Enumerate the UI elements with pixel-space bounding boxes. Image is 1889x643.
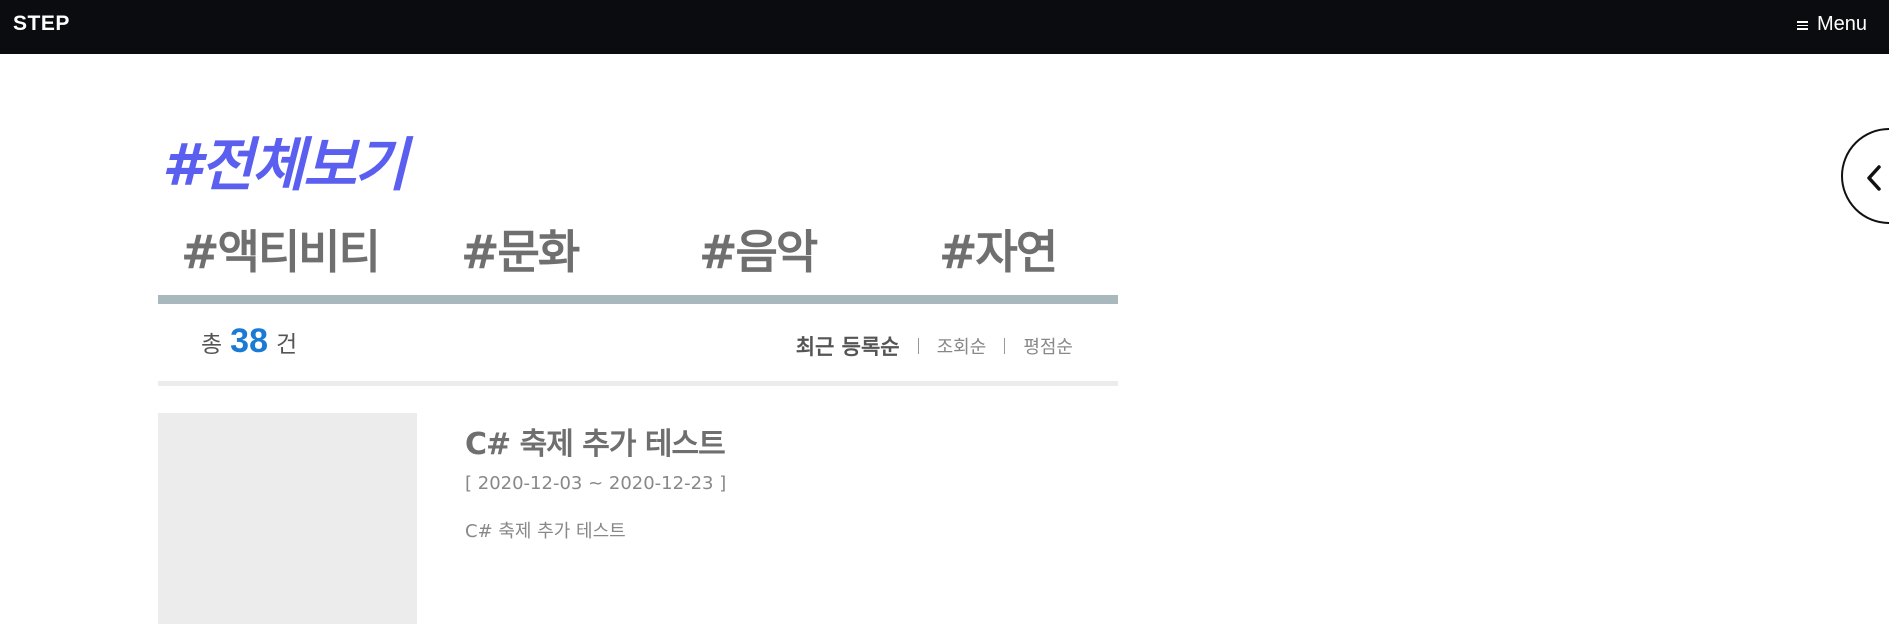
item-title[interactable]: C# 축제 추가 테스트 <box>465 419 726 463</box>
chevron-left-icon <box>1867 165 1881 191</box>
side-panel-toggle[interactable] <box>1841 128 1889 224</box>
site-logo[interactable]: STEP <box>13 12 70 36</box>
sort-views[interactable]: 조회순 <box>937 333 987 359</box>
category-tab-music[interactable]: #음악 <box>699 216 818 282</box>
category-tab-nature[interactable]: #자연 <box>939 216 1058 282</box>
list-divider <box>158 381 1118 386</box>
sort-options: 최근 등록순 조회순 평점순 <box>796 331 1073 361</box>
item-thumbnail[interactable] <box>158 413 417 624</box>
sort-separator <box>1004 338 1006 354</box>
total-prefix: 총 <box>201 332 223 358</box>
page-title: #전체보기 <box>162 131 408 199</box>
total-suffix: 건 <box>276 332 298 358</box>
sort-rating[interactable]: 평점순 <box>1023 333 1073 359</box>
sort-recent[interactable]: 최근 등록순 <box>796 331 900 361</box>
category-tab-activity[interactable]: #액티비티 <box>181 216 381 282</box>
menu-label: Menu <box>1816 13 1867 35</box>
category-divider <box>158 295 1118 304</box>
total-count: 총 38 건 <box>201 322 297 361</box>
category-tabs: #액티비티 #문화 #음악 #자연 <box>158 216 1118 279</box>
top-navigation-bar: STEP Menu <box>0 0 1889 54</box>
sort-separator <box>917 338 919 354</box>
item-date-range: [ 2020-12-03 ~ 2020-12-23 ] <box>465 473 727 494</box>
menu-button[interactable]: Menu <box>1796 13 1867 36</box>
item-description: C# 축제 추가 테스트 <box>465 521 626 542</box>
category-tab-culture[interactable]: #문화 <box>461 216 580 282</box>
hamburger-icon <box>1796 21 1808 30</box>
total-number: 38 <box>230 322 268 360</box>
